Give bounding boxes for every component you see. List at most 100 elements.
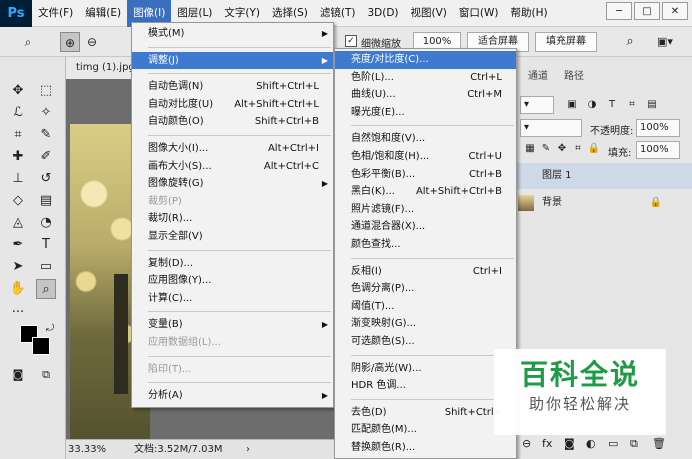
swap-colors-icon[interactable]: ⤾: [40, 319, 60, 339]
quick-mask-icon[interactable]: ◙: [8, 365, 28, 385]
opacity-input[interactable]: 100%: [636, 119, 680, 137]
filter-type-icon[interactable]: T: [602, 95, 622, 115]
status-arrow-icon[interactable]: ›: [246, 440, 250, 459]
zoom-level[interactable]: 33.33%: [68, 440, 106, 459]
menu-item[interactable]: 调整(J) ▶: [132, 51, 333, 70]
menu-item[interactable]: 自动对比度(U) Alt+Shift+Ctrl+L: [132, 96, 333, 114]
menu-item[interactable]: 可选颜色(S)...: [335, 333, 516, 351]
crop-tool-icon[interactable]: ⌗: [8, 125, 28, 145]
menu-item[interactable]: 应用图像(Y)...: [132, 272, 333, 290]
blend-mode-select[interactable]: ▾: [520, 119, 582, 137]
minimize-button[interactable]: ─: [606, 2, 632, 20]
link-layers-icon[interactable]: ⊖: [522, 437, 531, 450]
path-select-icon[interactable]: ➤: [8, 257, 28, 277]
zoom-in-icon[interactable]: ⊕: [60, 32, 80, 52]
history-brush-icon[interactable]: ↺: [36, 169, 56, 189]
menu-item[interactable]: 变量(B) ▶: [132, 316, 333, 334]
zoom-out-icon[interactable]: ⊖: [82, 32, 102, 52]
layer-filter-select[interactable]: ▾: [520, 96, 554, 114]
fill-input[interactable]: 100%: [636, 141, 680, 159]
type-tool-icon[interactable]: T: [36, 235, 56, 255]
blur-tool-icon[interactable]: ◬: [8, 213, 28, 233]
menu-item[interactable]: 图像大小(I)... Alt+Ctrl+I: [132, 140, 333, 158]
eraser-icon[interactable]: ◇: [8, 191, 28, 211]
lock-all-icon[interactable]: 🔒: [584, 139, 604, 159]
menu-item[interactable]: 图像旋转(G) ▶: [132, 175, 333, 193]
screen-mode-icon[interactable]: ⧉: [36, 365, 56, 385]
layer-row-background[interactable]: 背景 🔒: [516, 190, 692, 216]
filter-adjust-icon[interactable]: ◑: [582, 95, 602, 115]
zoom-tool-icon[interactable]: ⌕: [36, 279, 56, 299]
menu-item[interactable]: 自动色调(N) Shift+Ctrl+L: [132, 78, 333, 96]
menu-item[interactable]: 去色(D) Shift+Ctrl+: [335, 404, 516, 422]
zoom-tool-preset-icon[interactable]: ⌕: [18, 32, 38, 52]
menu-item[interactable]: 渐变映射(G)...: [335, 315, 516, 333]
menu-edit[interactable]: 编辑(E): [79, 0, 127, 27]
filter-smart-icon[interactable]: ▤: [642, 95, 662, 115]
maximize-button[interactable]: □: [634, 2, 660, 20]
menu-item[interactable]: 曲线(U)... Ctrl+M: [335, 86, 516, 104]
tab-channels[interactable]: 通道: [520, 66, 556, 88]
menu-item[interactable]: 模式(M) ▶: [132, 25, 333, 43]
menu-item[interactable]: 显示全部(V): [132, 228, 333, 246]
add-mask-icon[interactable]: ◙: [564, 437, 575, 450]
menu-item[interactable]: 阈值(T)...: [335, 298, 516, 316]
lasso-tool-icon[interactable]: ℒ: [8, 103, 28, 123]
menu-item[interactable]: 色彩平衡(B)... Ctrl+B: [335, 166, 516, 184]
hand-tool-icon[interactable]: ✋: [8, 279, 28, 299]
adjustment-layer-icon[interactable]: ◐: [586, 437, 596, 450]
brush-tool-icon[interactable]: ✐: [36, 147, 56, 167]
gradient-tool-icon[interactable]: ▤: [36, 191, 56, 211]
menu-help[interactable]: 帮助(H): [505, 0, 554, 27]
layer-row-layer1[interactable]: 图层 1: [516, 163, 692, 189]
close-button[interactable]: ✕: [662, 2, 688, 20]
fill-screen-button[interactable]: 填充屏幕: [535, 32, 597, 52]
dodge-tool-icon[interactable]: ◔: [36, 213, 56, 233]
menu-3d[interactable]: 3D(D): [361, 0, 404, 27]
pen-tool-icon[interactable]: ✒: [8, 235, 28, 255]
scrubby-zoom-checkbox[interactable]: ✓: [345, 35, 357, 47]
magic-wand-icon[interactable]: ✧: [36, 103, 56, 123]
menu-item[interactable]: 曝光度(E)...: [335, 104, 516, 122]
rectangle-tool-icon[interactable]: ▭: [36, 257, 56, 277]
menu-item[interactable]: 裁切(R)...: [132, 210, 333, 228]
clone-stamp-icon[interactable]: ⊥: [8, 169, 28, 189]
move-tool-icon[interactable]: ✥: [8, 81, 28, 101]
menu-item[interactable]: 替换颜色(R)...: [335, 439, 516, 457]
menu-item[interactable]: HDR 色调...: [335, 377, 516, 395]
menu-item[interactable]: 反相(I) Ctrl+I: [335, 263, 516, 281]
filter-image-icon[interactable]: ▣: [562, 95, 582, 115]
menu-item[interactable]: 亮度/对比度(C)...: [335, 51, 516, 69]
menu-item[interactable]: 计算(C)...: [132, 290, 333, 308]
menu-item[interactable]: 色调分离(P)...: [335, 280, 516, 298]
delete-layer-icon[interactable]: 🗑: [652, 437, 666, 450]
menu-item[interactable]: 照片滤镜(F)...: [335, 201, 516, 219]
menu-file[interactable]: 文件(F): [32, 0, 79, 27]
menu-item[interactable]: 黑白(K)... Alt+Shift+Ctrl+B: [335, 183, 516, 201]
menu-item[interactable]: 自动颜色(O) Shift+Ctrl+B: [132, 113, 333, 131]
menu-item[interactable]: 匹配颜色(M)...: [335, 421, 516, 439]
menu-item[interactable]: 复制(D)...: [132, 255, 333, 273]
background-color-swatch[interactable]: [32, 337, 50, 355]
menu-window[interactable]: 窗口(W): [453, 0, 505, 27]
menu-item[interactable]: 色阶(L)... Ctrl+L: [335, 69, 516, 87]
search-icon[interactable]: ⌕: [620, 32, 640, 52]
eyedropper-icon[interactable]: ✎: [36, 125, 56, 145]
menu-item[interactable]: 分析(A) ▶: [132, 387, 333, 405]
menu-item[interactable]: 阴影/高光(W)...: [335, 360, 516, 378]
tab-paths[interactable]: 路径: [556, 66, 592, 88]
new-layer-icon[interactable]: ⧉: [630, 437, 638, 451]
healing-brush-icon[interactable]: ✚: [8, 147, 28, 167]
more-tools-icon[interactable]: ···: [8, 303, 28, 323]
workspace-icon[interactable]: ▣▾: [650, 32, 680, 52]
menu-item[interactable]: 自然饱和度(V)...: [335, 130, 516, 148]
fx-icon[interactable]: fx: [542, 437, 552, 450]
marquee-tool-icon[interactable]: ⬚: [36, 81, 56, 101]
menu-item[interactable]: 通道混合器(X)...: [335, 218, 516, 236]
menu-item[interactable]: 色相/饱和度(H)... Ctrl+U: [335, 148, 516, 166]
filter-shape-icon[interactable]: ⌗: [622, 95, 642, 115]
menu-view[interactable]: 视图(V): [405, 0, 453, 27]
menu-item[interactable]: 画布大小(S)... Alt+Ctrl+C: [132, 158, 333, 176]
group-icon[interactable]: ▭: [608, 437, 618, 450]
menu-item[interactable]: 颜色查找...: [335, 236, 516, 254]
